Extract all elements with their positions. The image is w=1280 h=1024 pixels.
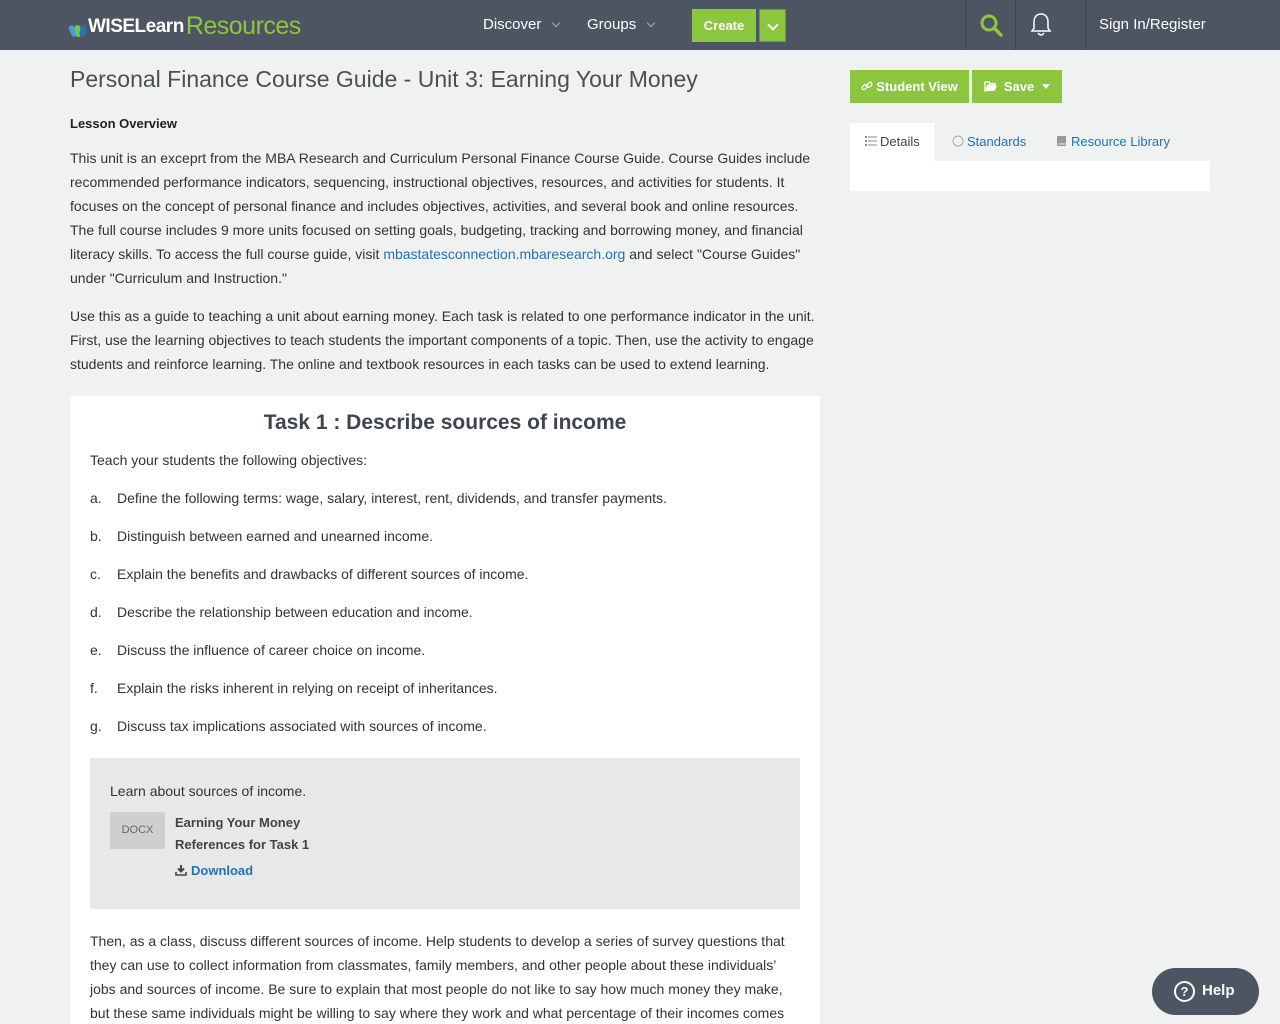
- save-button[interactable]: Save: [972, 70, 1062, 103]
- student-view-label: Student View: [876, 79, 958, 94]
- logo-mark-icon: [67, 21, 87, 38]
- objective-letter: c.: [90, 566, 101, 582]
- chevron-down-icon: [646, 18, 656, 28]
- student-view-button[interactable]: Student View: [850, 70, 969, 103]
- objective-text: Explain the risks inherent in relying on…: [117, 680, 498, 696]
- objective-item: f. Explain the risks inherent in relying …: [90, 680, 498, 696]
- header-divider: [965, 0, 966, 50]
- folder-open-icon: [984, 81, 997, 92]
- circle-icon: [952, 135, 964, 147]
- tab-details[interactable]: Details: [850, 123, 935, 161]
- lesson-overview-heading: Lesson Overview: [70, 116, 177, 131]
- download-link[interactable]: Download: [175, 863, 253, 878]
- resource-box: Learn about sources of income. DOCX Earn…: [90, 758, 800, 909]
- signin-register-link[interactable]: Sign In/Register: [1099, 0, 1206, 50]
- overview-paragraph: This unit is an exceprt from the MBA Res…: [70, 146, 820, 290]
- create-dropdown-toggle[interactable]: [759, 9, 786, 42]
- header-divider: [1015, 0, 1016, 50]
- help-button[interactable]: ? Help: [1152, 968, 1259, 1015]
- header-divider: [1085, 0, 1086, 50]
- caret-down-icon: [1042, 84, 1051, 89]
- guide-paragraph: Use this as a guide to teaching a unit a…: [70, 308, 815, 372]
- site-logo[interactable]: WISELearn Resources: [67, 12, 302, 40]
- activity-paragraph: Then, as a class, discuss different sour…: [90, 933, 785, 1021]
- objective-letter: e.: [90, 642, 102, 658]
- objective-letter: d.: [90, 604, 102, 620]
- objective-text: Define the following terms: wage, salary…: [117, 490, 667, 506]
- create-button[interactable]: Create: [692, 9, 756, 42]
- objective-text: Discuss the influence of career choice o…: [117, 642, 426, 658]
- link-icon: [861, 81, 873, 91]
- tab-resource-library[interactable]: Resource Library: [1056, 123, 1170, 161]
- objective-letter: b.: [90, 528, 102, 544]
- objective-item: e. Discuss the influence of career choice…: [90, 642, 425, 658]
- bell-icon[interactable]: [1030, 12, 1052, 38]
- save-label: Save: [1003, 79, 1035, 94]
- task-intro: Teach your students the following object…: [90, 452, 368, 468]
- question-icon: ?: [1174, 981, 1195, 1002]
- help-label: Help: [1202, 982, 1235, 999]
- objective-item: d. Describe the relationship between educ…: [90, 604, 473, 620]
- nav-discover[interactable]: Discover: [483, 0, 561, 50]
- nav-discover-label: Discover: [483, 16, 542, 33]
- resource-title[interactable]: Earning Your Money References for Task 1: [175, 812, 335, 856]
- objective-text: Explain the benefits and drawbacks of di…: [117, 566, 529, 582]
- chevron-down-icon: [552, 18, 561, 28]
- objective-text: Describe the relationship between educat…: [117, 604, 473, 620]
- search-icon[interactable]: [979, 13, 1003, 37]
- task-title: Task 1 : Describe sources of income: [263, 411, 627, 434]
- download-icon: [175, 865, 187, 876]
- tab-standards[interactable]: Standards: [952, 123, 1026, 161]
- objective-text: Distinguish between earned and unearned …: [117, 528, 433, 544]
- docx-file-icon: DOCX: [110, 812, 165, 849]
- objective-item: b. Distinguish between earned and unearne…: [90, 528, 433, 544]
- list-icon: [865, 136, 877, 146]
- tab-standards-label: Standards: [967, 134, 1027, 149]
- objective-item: c. Explain the benefits and drawbacks of …: [90, 566, 528, 582]
- mbaresearch-link[interactable]: mbastatesconnection.mbaresearch.org: [383, 246, 625, 262]
- logo-wise-text: WISELearn: [88, 16, 184, 37]
- objective-text: Discuss tax implications associated with…: [117, 718, 487, 734]
- objective-letter: a.: [90, 490, 102, 506]
- details-tabs: Details Standards Resource Library: [850, 123, 1210, 161]
- nav-groups-label: Groups: [587, 16, 637, 33]
- objective-letter: g.: [90, 718, 102, 734]
- page-title: Personal Finance Course Guide - Unit 3: …: [70, 66, 698, 92]
- tab-details-label: Details: [880, 134, 920, 149]
- top-navbar: WISELearn Resources Discover Groups Crea…: [0, 0, 1280, 50]
- book-icon: [1057, 136, 1066, 146]
- details-tab-panel: [850, 161, 1210, 191]
- chevron-down-icon: [767, 19, 779, 31]
- download-label: Download: [191, 863, 254, 878]
- logo-resources-text: Resources: [185, 12, 302, 40]
- objective-letter: f.: [90, 680, 98, 696]
- objective-item: g. Discuss tax implications associated wi…: [90, 718, 487, 734]
- tab-resource-library-label: Resource Library: [1071, 134, 1170, 149]
- resource-intro: Learn about sources of income.: [110, 783, 307, 799]
- nav-groups[interactable]: Groups: [587, 0, 656, 50]
- objective-item: a. Define the following terms: wage, sala…: [90, 490, 667, 506]
- task-card: Task 1 : Describe sources of income Teac…: [70, 396, 820, 1024]
